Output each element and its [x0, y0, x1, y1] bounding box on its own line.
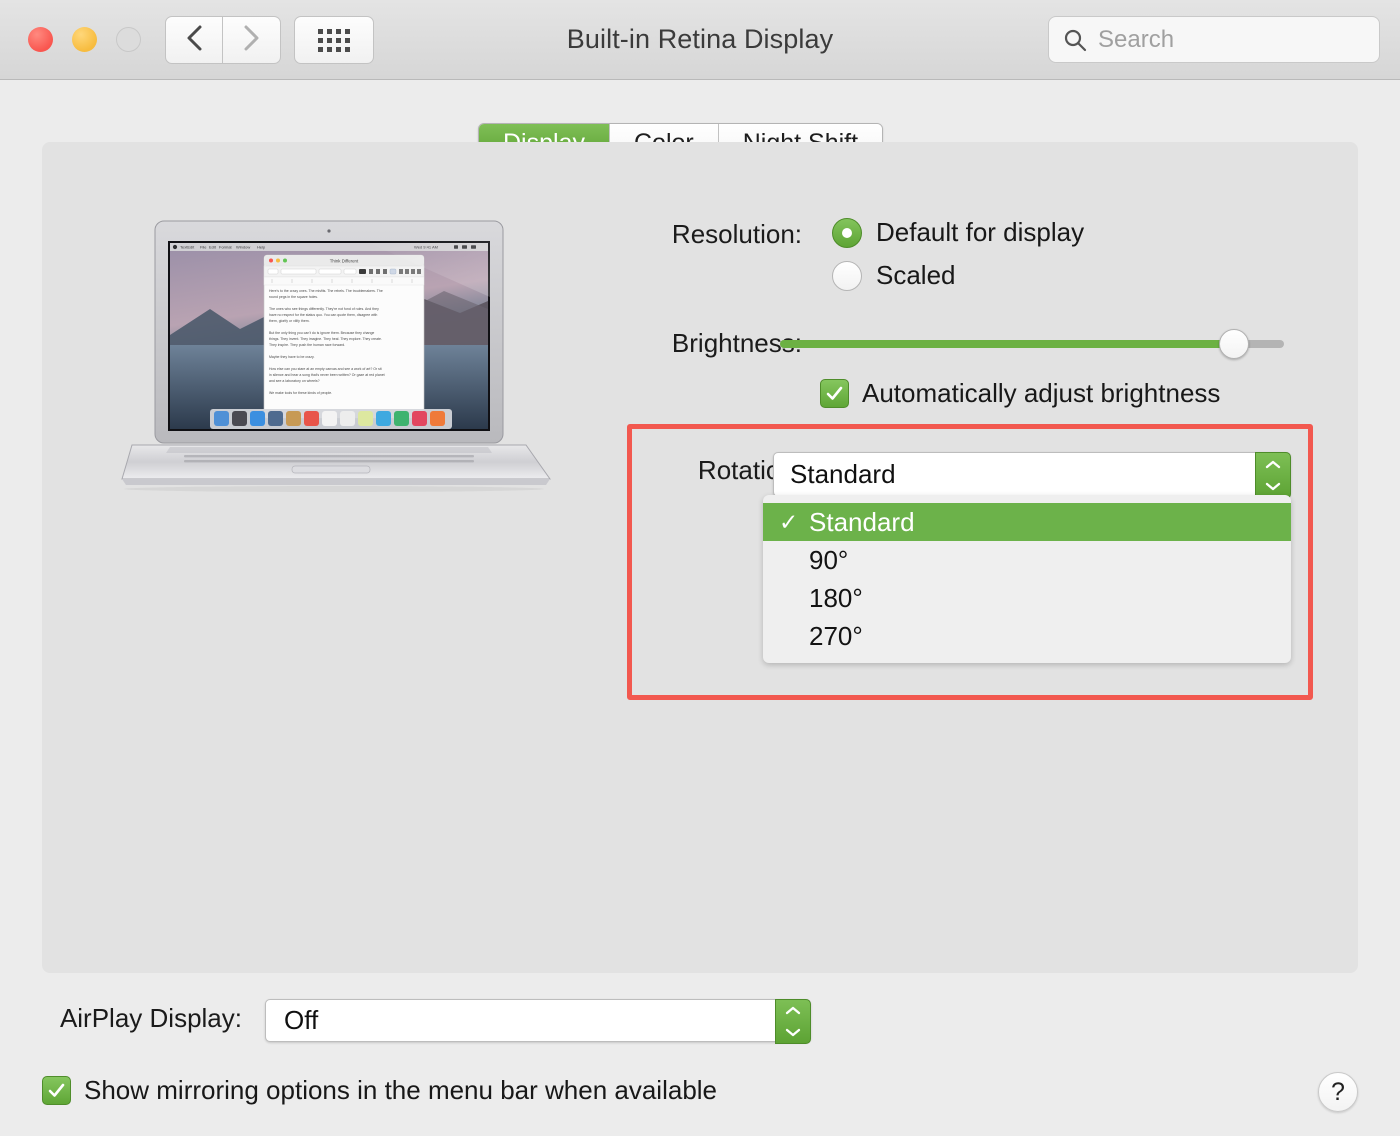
checkmark-icon: ✓ — [779, 508, 799, 535]
airplay-display-value: Off — [284, 1005, 319, 1035]
svg-text:They inspire. They push the hu: They inspire. They push the human race f… — [269, 343, 345, 347]
help-button[interactable]: ? — [1318, 1072, 1358, 1112]
svg-text:in silence and hear a song tha: in silence and hear a song that's never … — [269, 373, 385, 377]
rotation-option-90[interactable]: 90° — [763, 541, 1291, 579]
rotation-option-standard-label: Standard — [809, 506, 915, 537]
rotation-dropdown-menu: ✓ Standard 90° 180° 270° — [763, 495, 1291, 663]
mirroring-options-label: Show mirroring options in the menu bar w… — [84, 1075, 718, 1105]
rotation-option-180-label: 180° — [809, 582, 863, 613]
svg-text:TextEdit: TextEdit — [180, 245, 195, 250]
chevron-down-icon — [1265, 478, 1281, 496]
auto-brightness-checkbox[interactable] — [820, 379, 849, 408]
svg-text:round pegs in the square holes: round pegs in the square holes. — [269, 295, 318, 299]
resolution-option-scaled[interactable]: Scaled — [818, 260, 956, 291]
mirroring-options-checkbox[interactable] — [42, 1076, 71, 1105]
chevron-up-icon — [785, 1002, 801, 1020]
airplay-display-label: AirPlay Display: — [59, 1003, 242, 1033]
search-field[interactable]: Search — [1048, 16, 1380, 63]
svg-text:The ones who see things differ: The ones who see things differently. The… — [269, 307, 379, 311]
resolution-label: Resolution: — [671, 219, 802, 249]
svg-text:things. They invent. They imag: things. They invent. They imagine. They … — [269, 337, 382, 341]
chevron-up-icon — [1265, 456, 1281, 474]
auto-brightness-label: Automatically adjust brightness — [862, 378, 1221, 408]
radio-scaled[interactable] — [832, 260, 862, 291]
brightness-slider[interactable] — [780, 329, 1284, 359]
window-titlebar: Built-in Retina Display Search — [0, 0, 1400, 80]
rotation-option-180[interactable]: 180° — [763, 579, 1291, 617]
resolution-option-default-label: Default for display — [876, 217, 1085, 247]
rotation-option-270[interactable]: 270° — [763, 617, 1291, 655]
chevron-down-icon — [785, 1024, 801, 1042]
rotation-option-270-label: 270° — [809, 620, 863, 651]
resolution-option-default[interactable]: Default for display — [818, 217, 1084, 248]
svg-text:them, glorify or vilify them.: them, glorify or vilify them. — [269, 319, 310, 323]
svg-text:File: File — [200, 245, 207, 250]
svg-text:How else can you stare at an e: How else can you stare at an empty canva… — [269, 367, 382, 371]
display-settings-panel: TextEditFile EditFormat WindowHelp Wed 9… — [42, 142, 1358, 973]
svg-text:Think Different: Think Different — [330, 258, 359, 263]
svg-text:Format: Format — [219, 245, 233, 250]
mirroring-options-row[interactable]: Show mirroring options in the menu bar w… — [42, 1075, 717, 1106]
search-placeholder: Search — [1098, 25, 1175, 53]
auto-brightness-row[interactable]: Automatically adjust brightness — [820, 378, 1220, 409]
search-icon — [1063, 28, 1087, 52]
radio-default-for-display[interactable] — [832, 217, 862, 248]
svg-text:Help: Help — [257, 245, 266, 250]
brightness-slider-fill — [780, 340, 1234, 348]
rotation-option-90-label: 90° — [809, 544, 849, 575]
resolution-option-scaled-label: Scaled — [876, 260, 956, 290]
rotation-option-standard[interactable]: ✓ Standard — [763, 503, 1291, 541]
display-preview-image: TextEditFile EditFormat WindowHelp Wed 9… — [114, 217, 554, 492]
svg-text:Here's to the crazy ones. The: Here's to the crazy ones. The misfits. T… — [269, 289, 383, 293]
svg-text:But the only thing you can't d: But the only thing you can't do is ignor… — [269, 331, 374, 335]
svg-text:Edit: Edit — [209, 245, 217, 250]
svg-text:and see a laboratory on wheels: and see a laboratory on wheels? — [269, 379, 320, 383]
svg-text:We make tools for these kinds: We make tools for these kinds of people. — [269, 391, 332, 395]
svg-text:have no respect for the status: have no respect for the status quo. You … — [269, 313, 377, 317]
rotation-label: Rotation: — [697, 455, 802, 485]
rotation-stepper[interactable] — [1255, 452, 1291, 499]
svg-text:Maybe they have to be crazy.: Maybe they have to be crazy. — [269, 355, 314, 359]
svg-text:Window: Window — [236, 245, 250, 250]
rotation-popup-button[interactable]: Standard — [773, 452, 1291, 499]
brightness-label: Brightness: — [671, 328, 802, 358]
rotation-value: Standard — [790, 459, 896, 489]
brightness-slider-knob[interactable] — [1218, 329, 1249, 359]
airplay-stepper[interactable] — [775, 999, 811, 1044]
airplay-display-popup[interactable]: Off — [265, 999, 811, 1044]
